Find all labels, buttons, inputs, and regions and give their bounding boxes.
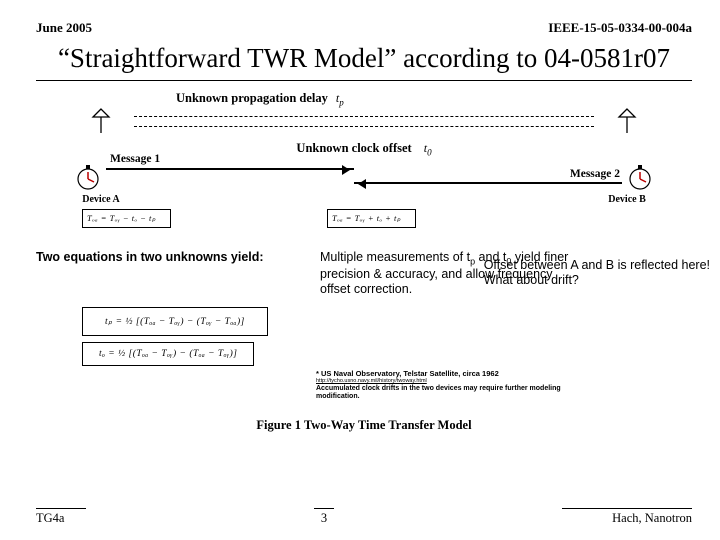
unknown-clock-offset-label: Unknown clock offset [296, 141, 411, 155]
device-b-label: Device B [596, 194, 658, 205]
device-a-label: Device A [70, 194, 132, 205]
unknown-prop-delay-label: Unknown propagation delay [176, 91, 328, 106]
page-title: “Straightforward TWR Model” according to… [36, 42, 692, 76]
propagation-dashed-lines [134, 116, 594, 127]
footer-page: 3 [314, 508, 334, 526]
header-date: June 2005 [36, 20, 92, 36]
message2-label: Message 2 [570, 168, 620, 180]
stopwatch-b-icon [622, 162, 658, 192]
model-diagram: Unknown propagation delay tp Unknown clo… [70, 91, 658, 205]
equation-t0: tₒ = ½ [(Tₒₐ − Tₒᵧ) − (Tₒₐ − Tₒᵧ)] [82, 342, 254, 366]
tp-symbol: tp [336, 91, 344, 107]
offset-note: Offset between A and B is reflected here… [484, 258, 710, 288]
stopwatch-a-icon [70, 162, 106, 192]
equation-tp: tₚ = ½ [(Tₒₐ − Tₒᵧ) − (Tₒᵧ − Tₒₐ)] [82, 307, 268, 336]
two-equations-label: Two equations in two unknowns yield: [36, 250, 286, 297]
antenna-b-icon [617, 107, 637, 135]
equation-top-right: Tₒₐ = Tₒᵧ + tₒ + tₚ [327, 209, 416, 228]
footer-left: TG4a [36, 508, 86, 526]
message1-label: Message 1 [110, 153, 160, 165]
title-block: “Straightforward TWR Model” according to… [36, 42, 692, 81]
t0-symbol: t0 [424, 141, 432, 155]
footnote: * US Naval Observatory, Telstar Satellit… [316, 370, 596, 401]
equation-top-left: Tₒₐ = Tₒᵧ − tₒ − tₚ [82, 209, 171, 228]
header-docnum: IEEE-15-05-0334-00-004a [548, 20, 692, 36]
footer-right: Hach, Nanotron [562, 508, 692, 526]
message1-arrow [106, 168, 354, 170]
message2-arrow [354, 182, 622, 184]
figure-caption: Figure 1 Two-Way Time Transfer Model [36, 418, 692, 433]
antenna-a-icon [91, 107, 111, 135]
